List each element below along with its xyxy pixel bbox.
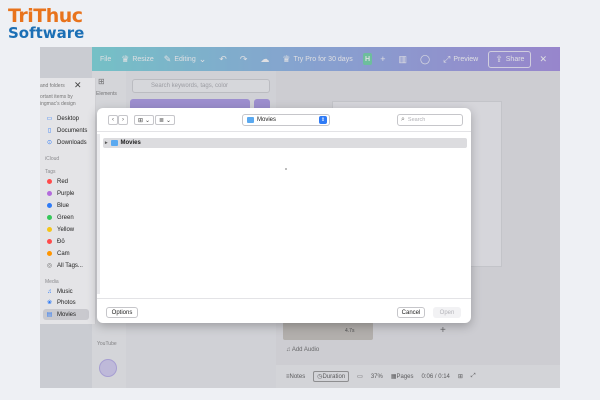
loading-indicator (285, 168, 287, 170)
sidebar-item-label: Movies (57, 311, 77, 318)
folder-icon (247, 117, 254, 123)
tag-dot-icon (47, 251, 52, 256)
disclosure-triangle-icon[interactable]: ▸ (105, 140, 108, 146)
sidebar-tag-blue[interactable]: Blue (43, 200, 89, 211)
back-button[interactable]: ‹ (108, 115, 118, 125)
tag-dot-icon (47, 191, 52, 196)
chevron-right-icon: › (122, 117, 124, 123)
sidebar-item-label: Green (57, 214, 74, 221)
options-button[interactable]: Options (106, 307, 138, 318)
file-row-name: Movies (120, 140, 141, 146)
desktop-icon: ▭ (46, 116, 53, 122)
tag-dot-icon (47, 203, 52, 208)
sidebar-item-photos[interactable]: ❀ Photos (43, 297, 89, 308)
sidebar-item-label: Documents (57, 127, 88, 134)
sidebar-tag-purple[interactable]: Purple (43, 188, 89, 199)
grid-icon: ⊞ (138, 117, 144, 124)
cancel-button[interactable]: Cancel (397, 307, 425, 318)
logo-line2: Software (8, 24, 85, 42)
sidebar-tag-yellow[interactable]: Yellow (43, 224, 89, 235)
dialog-search-placeholder: Search (407, 117, 426, 123)
logo-line1: TriThuc (8, 5, 83, 27)
document-icon: ▯ (47, 128, 52, 134)
sidebar-item-label: Downloads (57, 139, 87, 146)
chevron-left-icon: ‹ (112, 117, 114, 123)
list-icon: ≣ (159, 117, 165, 124)
sidebar-item-label: Đỏ (57, 238, 65, 245)
sidebar-item-label: Music (57, 288, 73, 295)
sidebar-all-tags[interactable]: ◎ All Tags... (43, 260, 89, 271)
scrollbar[interactable] (97, 134, 100, 294)
sidebar-item-label: Photos (57, 299, 76, 306)
sidebar-item-label: Red (57, 178, 69, 185)
close-icon[interactable]: ✕ (74, 80, 82, 91)
photos-icon: ❀ (46, 300, 53, 306)
sidebar-header-media: Media (45, 279, 59, 285)
chevron-down-icon: ⌄ (166, 117, 172, 124)
forward-button[interactable]: › (118, 115, 128, 125)
tag-dot-icon (47, 239, 52, 244)
sidebar-item-label: Cam (57, 250, 70, 257)
chevron-down-icon: ⌄ (145, 117, 151, 124)
dialog-toolbar: ‹ › ⊞ ⌄ ≣ ⌄ Movies ⇕ ⌕ Search (97, 108, 471, 132)
location-select[interactable]: Movies ⇕ (242, 114, 330, 126)
sidebar-item-music[interactable]: ♫ Music (43, 286, 89, 297)
search-icon: ⌕ (401, 116, 405, 123)
icon-view-button[interactable]: ⊞ ⌄ (134, 115, 155, 125)
list-view-button[interactable]: ≣ ⌄ (155, 115, 176, 125)
sidebar-item-label: Blue (57, 202, 70, 209)
sidebar-item-desktop[interactable]: ▭ Desktop (43, 113, 89, 124)
sidebar-item-movies[interactable]: ▤ Movies (43, 309, 89, 320)
sidebar-faint-text-3: ingmac's design (40, 101, 76, 107)
sidebar-item-label: Purple (57, 190, 75, 197)
sidebar-item-label: Yellow (57, 226, 75, 233)
tag-dot-icon (47, 179, 52, 184)
sidebar-header-icloud: iCloud (45, 156, 60, 162)
download-icon: ⊙ (46, 140, 53, 146)
folder-icon (110, 140, 118, 146)
updown-chevron-icon: ⇕ (319, 116, 327, 124)
sidebar-item-downloads[interactable]: ⊙ Downloads (43, 137, 89, 148)
tag-dot-icon (47, 227, 52, 232)
trithuc-logo: TriThuc Software (8, 6, 98, 46)
sidebar-faint-text-2: ortant items by (40, 94, 73, 100)
sidebar-item-label: All Tags... (57, 262, 83, 269)
location-label: Movies (257, 117, 277, 123)
sidebar-tag-cam[interactable]: Cam (43, 248, 89, 259)
music-icon: ♫ (47, 288, 52, 295)
movies-icon: ▤ (46, 312, 53, 318)
sidebar-tag-red[interactable]: Red (43, 176, 89, 187)
file-open-dialog: ‹ › ⊞ ⌄ ≣ ⌄ Movies ⇕ ⌕ Search ▸ Movies Opt… (97, 108, 471, 323)
list-item[interactable]: ▸ Movies (103, 138, 467, 148)
sidebar-item-label: Desktop (57, 115, 80, 122)
sidebar-tag-green[interactable]: Green (43, 212, 89, 223)
open-button[interactable]: Open (433, 307, 461, 318)
sidebar-item-documents[interactable]: ▯ Documents (43, 125, 89, 136)
dialog-search-input[interactable]: ⌕ Search (397, 114, 463, 126)
sidebar-header-tags: Tags (45, 169, 56, 175)
dialog-footer: Options Cancel Open (97, 298, 471, 323)
sidebar-faint-text-1: and folders (40, 83, 65, 89)
tag-dot-icon (47, 215, 52, 220)
tags-icon: ◎ (46, 263, 53, 269)
sidebar-tag-do[interactable]: Đỏ (43, 236, 89, 247)
